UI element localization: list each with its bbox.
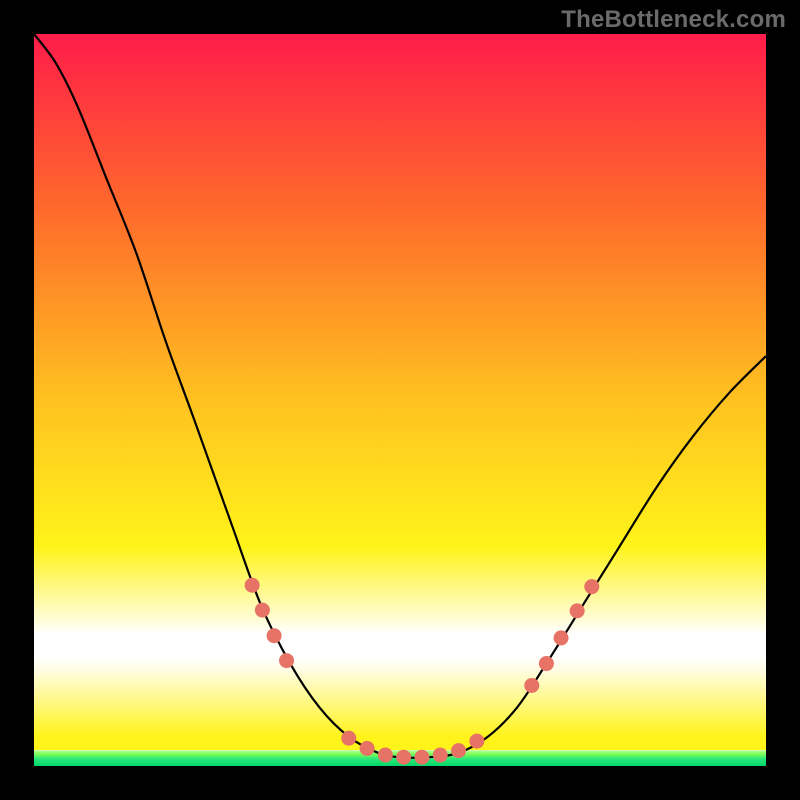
highlight-dot: [584, 579, 599, 594]
highlight-dot: [451, 743, 466, 758]
highlight-dot: [341, 731, 356, 746]
highlight-dot: [245, 578, 260, 593]
plot-area: [34, 34, 766, 766]
highlight-dot: [255, 603, 270, 618]
watermark-text: TheBottleneck.com: [561, 6, 786, 34]
chart-frame: TheBottleneck.com: [0, 0, 800, 800]
highlight-dot: [554, 630, 569, 645]
highlight-dot: [469, 734, 484, 749]
highlight-dot: [360, 741, 375, 756]
highlight-dot: [539, 656, 554, 671]
highlight-dot: [267, 628, 282, 643]
highlight-dot: [414, 750, 429, 765]
highlight-dot: [396, 750, 411, 765]
highlight-dot: [378, 748, 393, 763]
highlight-dot: [279, 653, 294, 668]
highlight-dot: [433, 748, 448, 763]
bottleneck-curve: [34, 34, 766, 766]
highlight-dot: [524, 678, 539, 693]
highlight-dot: [570, 603, 585, 618]
